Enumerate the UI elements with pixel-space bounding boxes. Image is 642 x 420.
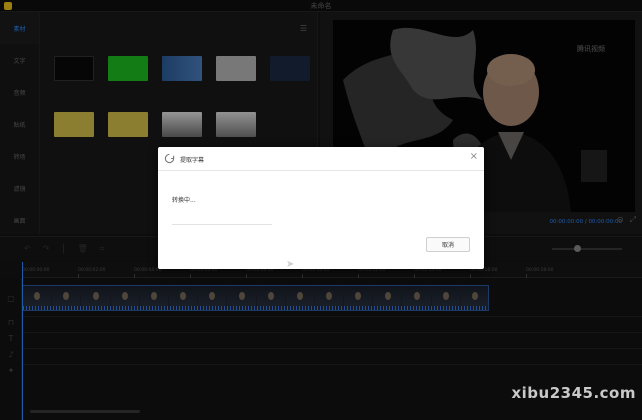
mouse-cursor-icon: ➤: [286, 259, 295, 270]
dialog-status: 转换中...: [172, 197, 196, 204]
dialog-title: 提取字幕: [180, 157, 205, 164]
cancel-button[interactable]: 取消: [426, 237, 470, 252]
progress-bar: [172, 224, 272, 225]
site-watermark: xibu2345.com: [511, 384, 636, 402]
dialog-header: 提取字幕 ×: [158, 147, 484, 171]
loading-icon: [164, 153, 175, 164]
extract-subtitle-dialog: 提取字幕 × 转换中... 取消: [158, 147, 484, 269]
close-icon[interactable]: ×: [470, 152, 478, 162]
